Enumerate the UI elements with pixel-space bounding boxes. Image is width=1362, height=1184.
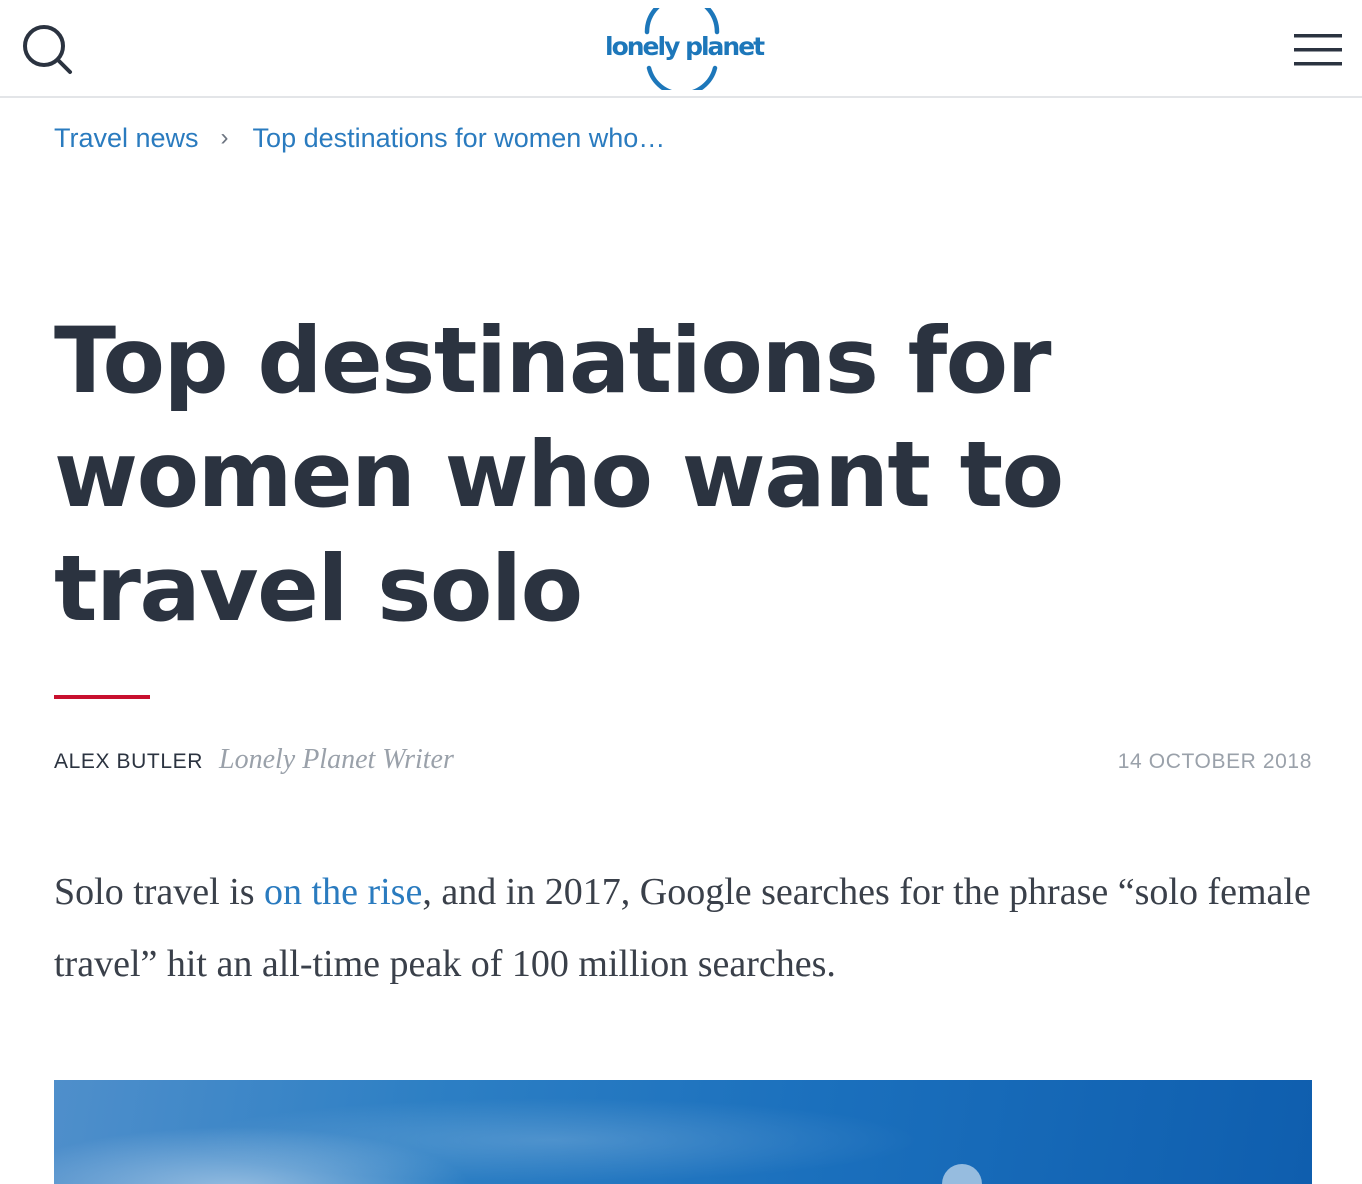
logo-wordmark: lonely planet: [605, 32, 765, 61]
byline: ALEX BUTLER Lonely Planet Writer: [54, 744, 454, 780]
author-name[interactable]: ALEX BUTLER: [54, 750, 203, 774]
author-role: Lonely Planet Writer: [219, 744, 454, 775]
breadcrumb-separator-icon: ›: [220, 124, 229, 151]
breadcrumb-travel-news[interactable]: Travel news: [54, 123, 199, 154]
publish-date: 14 OCTOBER 2018: [1117, 750, 1312, 773]
title-accent-rule: [54, 695, 150, 699]
lonely-planet-logo[interactable]: lonely planet: [605, 8, 765, 90]
menu-button[interactable]: [1288, 28, 1348, 72]
hero-image: [54, 1080, 1312, 1184]
article-title: Top destinations for women who want to t…: [54, 309, 1064, 642]
site-header: lonely planet: [0, 0, 1362, 98]
intro-text-start: Solo travel is: [54, 871, 265, 913]
breadcrumb-current-article[interactable]: Top destinations for women who…: [253, 123, 666, 154]
on-the-rise-link[interactable]: on the rise: [264, 871, 422, 913]
search-icon: [23, 25, 72, 74]
hamburger-menu-icon: [1294, 34, 1342, 66]
search-button[interactable]: [18, 22, 78, 78]
article-intro: Solo travel is on the rise, and in 2017,…: [54, 856, 1314, 1000]
breadcrumb: Travel news › Top destinations for women…: [54, 118, 665, 158]
cloud-shape: [942, 1164, 982, 1184]
